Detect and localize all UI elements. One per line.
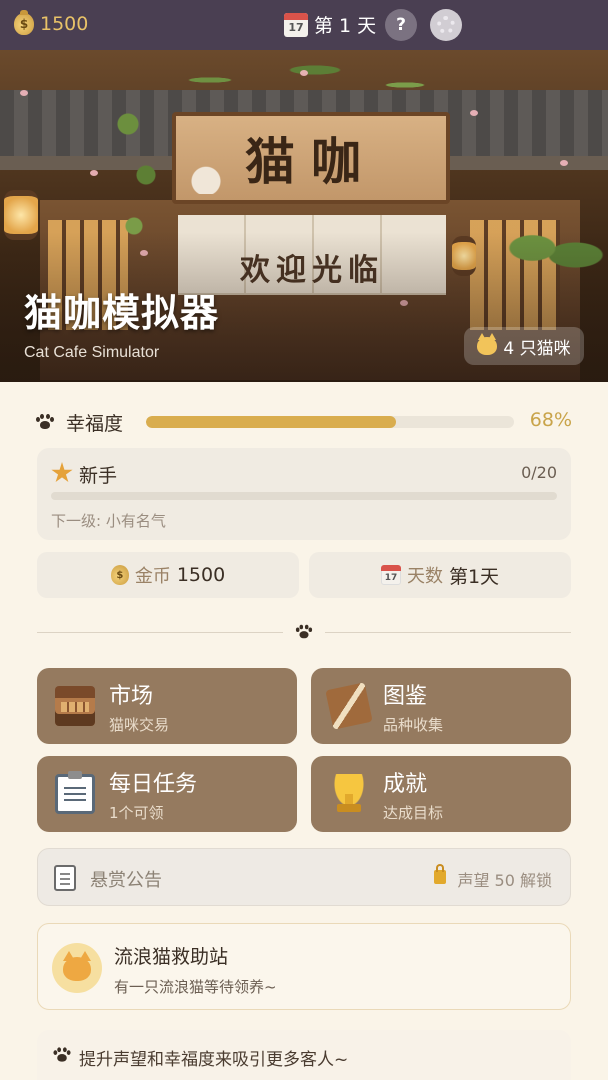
gear-icon xyxy=(437,16,455,34)
gold-amount: 1500 xyxy=(40,13,89,35)
feature-subtitle: 品种收集 xyxy=(383,716,444,734)
paw-icon xyxy=(36,414,54,430)
day-display: 17 第 1 天 xyxy=(284,11,376,38)
level-progress-text: 0/20 xyxy=(521,463,557,482)
catalog-button[interactable]: 图鉴 品种收集 xyxy=(311,668,571,744)
market-button[interactable]: 市场 猫咪交易 xyxy=(37,668,297,744)
next-level-text: 下一级: 小有名气 xyxy=(51,512,166,530)
hero-banner: 猫咖 欢迎光临 猫咖模拟器 Cat Cafe Simulator 4 只猫咪 xyxy=(0,50,608,382)
feature-title: 成就 xyxy=(383,772,428,797)
game-subtitle: Cat Cafe Simulator xyxy=(24,344,160,361)
day-stat-label: 天数 xyxy=(406,566,443,587)
paw-icon xyxy=(53,1047,71,1062)
happiness-value: 68% xyxy=(529,409,572,431)
rescue-title: 流浪猫救助站 xyxy=(114,946,229,968)
day-stat-value: 第1天 xyxy=(448,565,500,588)
gold-stat: $ 金币 1500 xyxy=(37,552,299,598)
clipboard-icon xyxy=(54,865,76,891)
petal xyxy=(90,170,98,176)
help-icon: ? xyxy=(396,15,406,35)
feature-title: 每日任务 xyxy=(109,772,198,797)
tip-text: 提升声望和幸福度来吸引更多客人~ xyxy=(79,1050,349,1070)
bounty-board-locked[interactable]: 悬赏公告 声望 50 解锁 xyxy=(37,848,571,906)
settings-button[interactable] xyxy=(430,9,462,41)
daily-tasks-button[interactable]: 每日任务 1个可领 xyxy=(37,756,297,832)
rescue-subtitle: 有一只流浪猫等待领养~ xyxy=(114,978,277,996)
trophy-icon xyxy=(329,774,369,814)
petal xyxy=(20,90,28,96)
feature-subtitle: 达成目标 xyxy=(383,804,444,822)
happiness-bar-fill xyxy=(146,416,397,428)
money-bag-icon: $ xyxy=(110,565,129,585)
shop-sign-text: 猫咖 xyxy=(245,132,377,191)
cat-avatar xyxy=(52,943,102,993)
calendar-icon: 17 xyxy=(380,565,401,585)
cat-count-badge[interactable]: 4 只猫咪 xyxy=(464,327,584,365)
money-bag-icon: $ xyxy=(14,10,34,35)
cat-icon xyxy=(186,162,226,194)
top-bar: $ 1500 17 第 1 天 ? xyxy=(0,0,608,50)
day-counter: 第 1 天 xyxy=(314,15,377,37)
book-icon xyxy=(325,682,373,730)
unlock-requirement: 声望 50 解锁 xyxy=(457,871,552,890)
stray-cat-rescue-card[interactable]: 流浪猫救助站 有一只流浪猫等待领养~ xyxy=(37,923,571,1010)
star-icon xyxy=(51,462,73,483)
petal xyxy=(470,110,478,116)
petal xyxy=(560,160,568,166)
gold-display: $ 1500 xyxy=(14,10,89,35)
level-name: 新手 xyxy=(79,465,118,487)
game-title: 猫咖模拟器 xyxy=(24,291,220,335)
gold-stat-value: 1500 xyxy=(176,564,226,586)
market-stall-icon xyxy=(55,686,95,726)
level-progress-bar xyxy=(51,492,557,500)
section-divider xyxy=(37,622,571,642)
petal xyxy=(300,70,308,76)
gold-stat-label: 金币 xyxy=(134,566,171,587)
cat-icon xyxy=(63,951,91,981)
achievements-button[interactable]: 成就 达成目标 xyxy=(311,756,571,832)
lock-icon xyxy=(434,864,446,884)
level-card: 新手 0/20 下一级: 小有名气 xyxy=(37,448,571,540)
help-button[interactable]: ? xyxy=(385,9,417,41)
clipboard-icon xyxy=(55,771,95,814)
cat-count-label: 4 只猫咪 xyxy=(503,338,571,359)
happiness-bar xyxy=(146,416,514,428)
feature-subtitle: 1个可领 xyxy=(109,804,164,822)
day-stat: 17 天数 第1天 xyxy=(309,552,571,598)
calendar-icon: 17 xyxy=(284,12,308,37)
happiness-label: 幸福度 xyxy=(66,413,124,435)
feature-subtitle: 猫咪交易 xyxy=(109,716,170,734)
shop-sign: 猫咖 xyxy=(172,112,450,204)
feature-title: 图鉴 xyxy=(383,684,428,709)
cat-icon xyxy=(477,333,498,355)
feature-title: 市场 xyxy=(109,684,154,709)
tip-banner: 提升声望和幸福度来吸引更多客人~ xyxy=(37,1030,571,1080)
paw-icon xyxy=(295,624,313,639)
bounty-title: 悬赏公告 xyxy=(90,870,162,891)
happiness-row: 幸福度 68% xyxy=(36,408,576,438)
